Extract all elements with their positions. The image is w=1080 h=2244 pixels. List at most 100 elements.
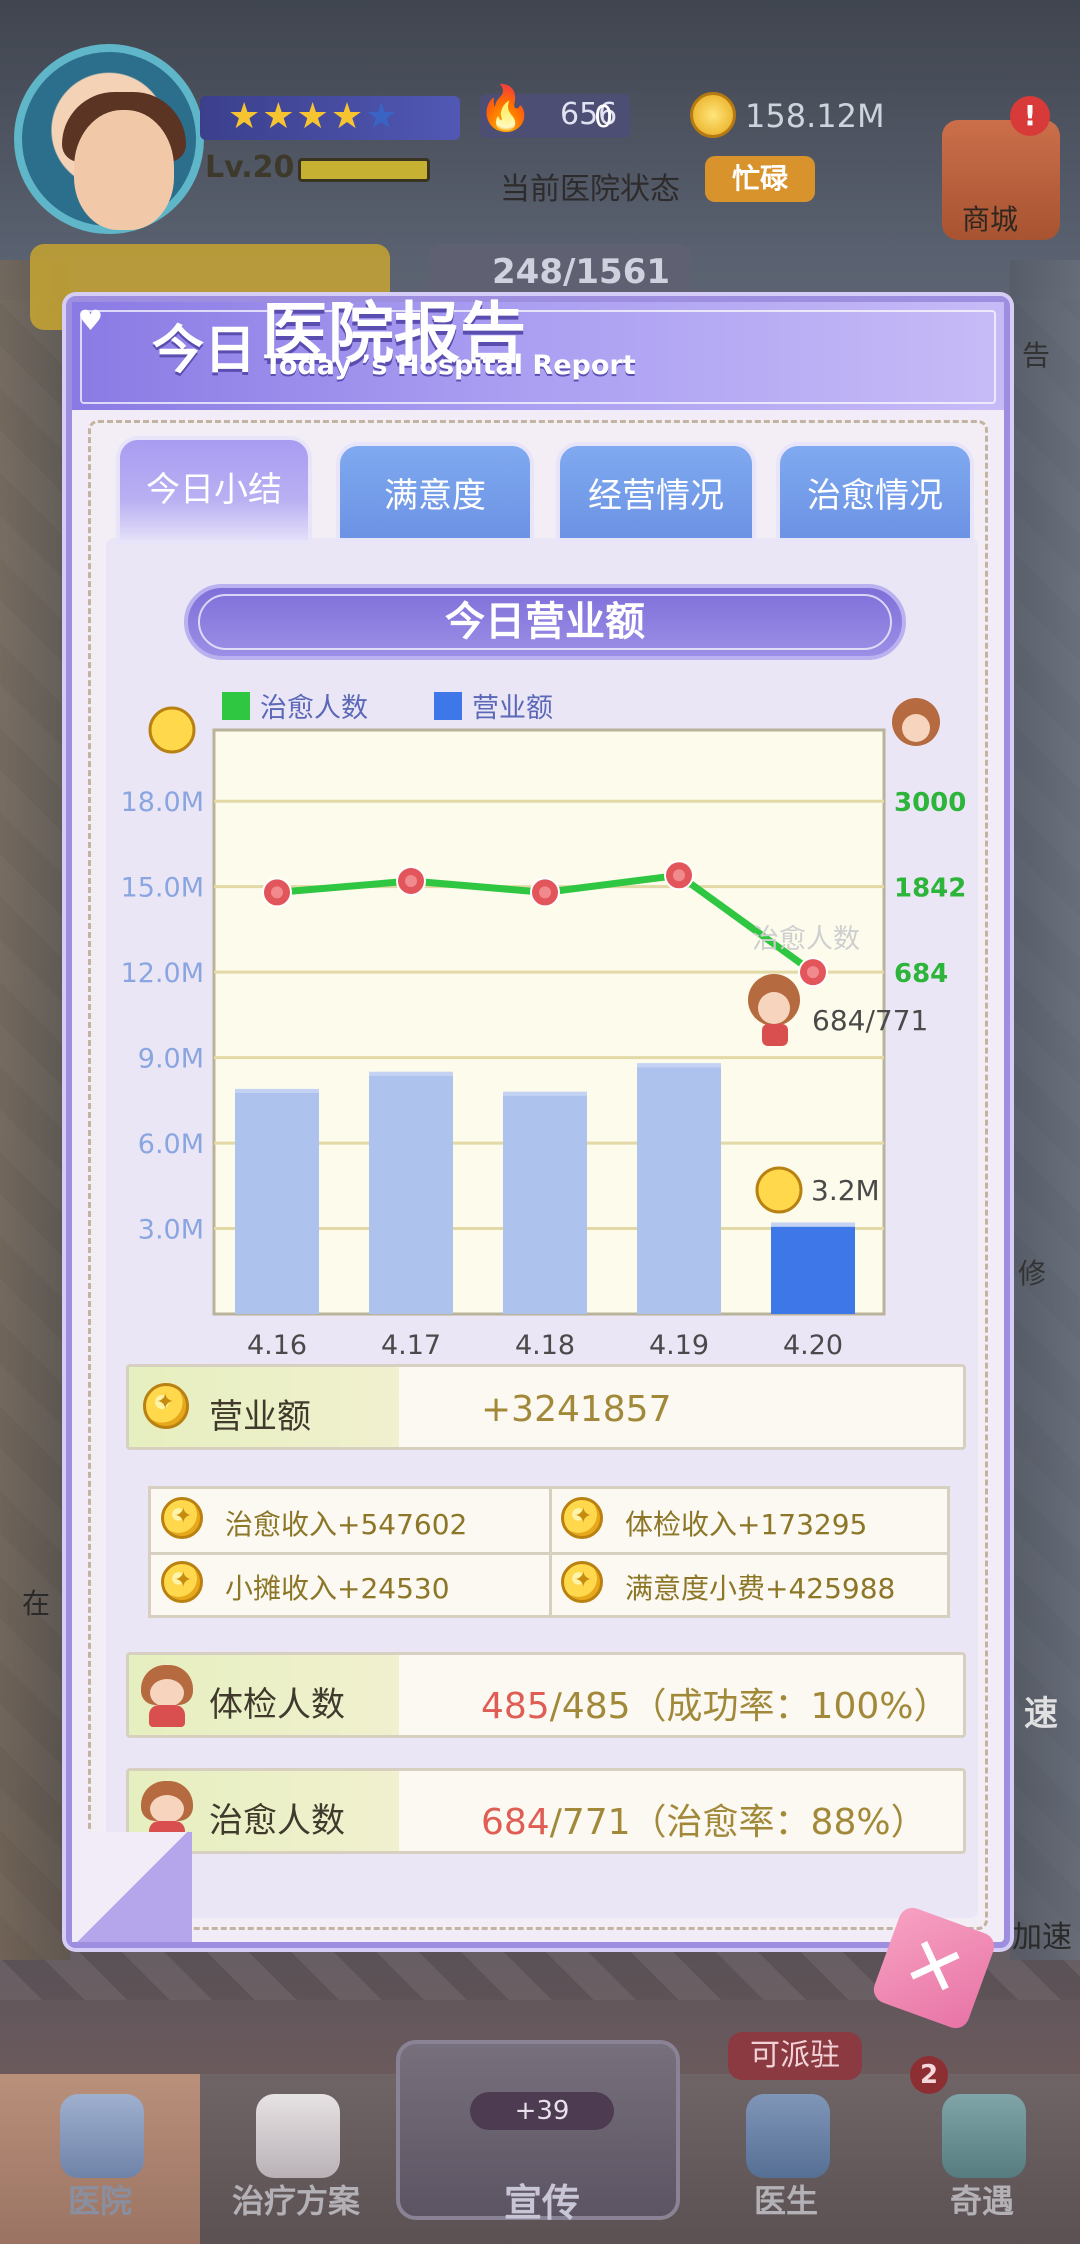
income-item-stall: 小摊收入+24530	[151, 1553, 551, 1617]
gem-count-secondary: 0	[594, 100, 614, 135]
income-item-cure: 治愈收入+547602	[151, 1489, 551, 1553]
side-label-accelerate[interactable]: 加速	[1012, 1912, 1072, 1956]
star-icon: ★★★★	[228, 96, 366, 137]
checkup-row: 体检人数 485/485（成功率：100%）	[126, 1652, 966, 1738]
nurse-mascot-face	[758, 992, 790, 1024]
coin-count: 158.12M	[745, 97, 885, 135]
y-left-tick-label: 6.0M	[138, 1129, 204, 1160]
cured-label: 治愈人数	[209, 1801, 345, 1841]
legend-swatch-revenue	[434, 692, 462, 720]
cured-row: 治愈人数 684/771（治愈率：88%）	[126, 1768, 966, 1854]
income-checkup-text: 体检收入+173295	[625, 1508, 868, 1541]
shop-alert-badge: !	[1010, 96, 1050, 136]
revenue-row: 营业额 +3241857	[126, 1364, 966, 1450]
income-breakdown: 治愈收入+547602 体检收入+173295 小摊收入+24530 满意度小费…	[148, 1486, 950, 1618]
y-right-tick-label: 1842	[894, 874, 966, 904]
nav-treatment-label: 治疗方案	[231, 2182, 360, 2220]
revenue-bar	[503, 1091, 587, 1314]
checkup-value-rest: /485（成功率：100%）	[549, 1686, 950, 1727]
avatar-face	[74, 110, 174, 230]
cured-count-point-inner	[271, 886, 283, 899]
promotion-badge: +39	[470, 2092, 614, 2130]
hospital-status-badge: 忙碌	[705, 156, 815, 202]
level-progress-bar	[298, 158, 430, 182]
nurse-mascot-face	[902, 714, 930, 742]
hospital-icon	[60, 2094, 144, 2178]
y-right-tick-label: 3000	[894, 788, 966, 818]
nurse-mascot-body	[762, 1024, 788, 1046]
revenue-bar	[637, 1063, 721, 1314]
income-item-tips: 满意度小费+425988	[551, 1553, 951, 1617]
nav-hospital[interactable]: 医院	[0, 2074, 200, 2244]
coin-icon	[561, 1561, 603, 1603]
hospital-status-label: 当前医院状态	[500, 172, 680, 207]
y-right-tick-label: 684	[894, 959, 948, 989]
y-left-tick-label: 12.0M	[121, 958, 204, 989]
revenue-bar-cap	[637, 1063, 721, 1068]
coin-icon	[161, 1561, 203, 1603]
doctor-icon	[746, 2094, 830, 2178]
nav-treatment-plan[interactable]: 治疗方案	[196, 2074, 396, 2244]
y-left-tick-label: 9.0M	[138, 1044, 204, 1075]
cured-count-point-inner	[673, 869, 685, 882]
revenue-bar	[369, 1071, 453, 1314]
page-curl-decoration	[72, 1832, 192, 1942]
side-label-left: 在	[22, 1587, 51, 1620]
cured-value-done: 684	[481, 1802, 550, 1843]
nurse-mascot-icon	[139, 1665, 195, 1727]
revenue-bar	[771, 1222, 855, 1314]
legend-label-revenue: 营业额	[472, 693, 553, 724]
cured-value: 684/771（治愈率：88%）	[481, 1793, 927, 1845]
fire-icon: 🔥	[478, 83, 533, 134]
cured-value-rest: /771（治愈率：88%）	[549, 1802, 927, 1843]
x-tick-label: 4.20	[783, 1330, 843, 1361]
coin-icon	[755, 1166, 803, 1214]
revenue-label: 营业额	[209, 1397, 311, 1437]
y-left-tick-label: 15.0M	[121, 873, 204, 904]
cured-count-point-inner	[539, 886, 551, 899]
star-empty-icon: ★	[365, 96, 400, 137]
nav-adventure-label: 奇遇	[949, 2182, 1014, 2220]
revenue-chart: 3.0M 6.0M 9.0M 12.0M 15.0M 18.0M 684 1842 3000 4.…	[121, 692, 966, 1361]
nav-doctor[interactable]: 医生	[686, 2074, 886, 2244]
building-icon	[942, 2094, 1026, 2178]
level-label: Lv.20	[205, 150, 295, 185]
coin-icon	[148, 706, 196, 754]
legend-swatch-cured	[222, 692, 250, 720]
coin-icon	[161, 1497, 203, 1539]
revenue-bar	[235, 1088, 319, 1314]
x-tick-label: 4.16	[247, 1330, 307, 1361]
x-tick-label: 4.19	[649, 1330, 709, 1361]
last-bar-value-label: 3.2M	[811, 1174, 880, 1207]
star-rating: ★★★★★	[228, 96, 399, 137]
cured-count-point-inner	[405, 874, 417, 887]
coin-icon	[561, 1497, 603, 1539]
income-tips-text: 满意度小费+425988	[625, 1572, 896, 1605]
revenue-bar-cap	[235, 1088, 319, 1093]
side-label-speed[interactable]: 速	[1024, 1686, 1058, 1735]
y-left-tick-label: 18.0M	[121, 787, 204, 818]
nav-doctor-label: 医生	[753, 2182, 818, 2220]
nav-hospital-label: 医院	[67, 2182, 132, 2220]
first-aid-kit-icon	[256, 2094, 340, 2178]
checkup-label: 体检人数	[209, 1685, 345, 1725]
shop-label: 商城	[962, 203, 1019, 236]
income-item-checkup: 体检收入+173295	[551, 1489, 951, 1553]
line-end-value-label: 684/771	[812, 1004, 928, 1037]
revenue-bar-cap	[369, 1071, 453, 1076]
revenue-bar-cap	[771, 1222, 855, 1227]
nav-adventure[interactable]: 奇遇	[882, 2074, 1080, 2244]
adventure-count-badge: 2	[910, 2056, 948, 2094]
player-avatar[interactable]	[14, 44, 204, 234]
y-left-tick-label: 3.0M	[138, 1215, 204, 1246]
revenue-value: +3241857	[481, 1389, 672, 1430]
line-faded-label: 治愈人数	[752, 924, 860, 955]
side-label-ad[interactable]: 告	[1022, 334, 1050, 374]
x-tick-label: 4.18	[515, 1330, 575, 1361]
side-label-repair[interactable]: 修	[1018, 1252, 1046, 1292]
nav-promotion[interactable]: 宣传	[396, 2040, 680, 2225]
doctor-assign-badge: 可派驻	[728, 2032, 862, 2080]
checkup-value-done: 485	[481, 1686, 550, 1727]
nav-promotion-label: 宣传	[503, 2181, 580, 2225]
income-stall-text: 小摊收入+24530	[225, 1572, 450, 1605]
